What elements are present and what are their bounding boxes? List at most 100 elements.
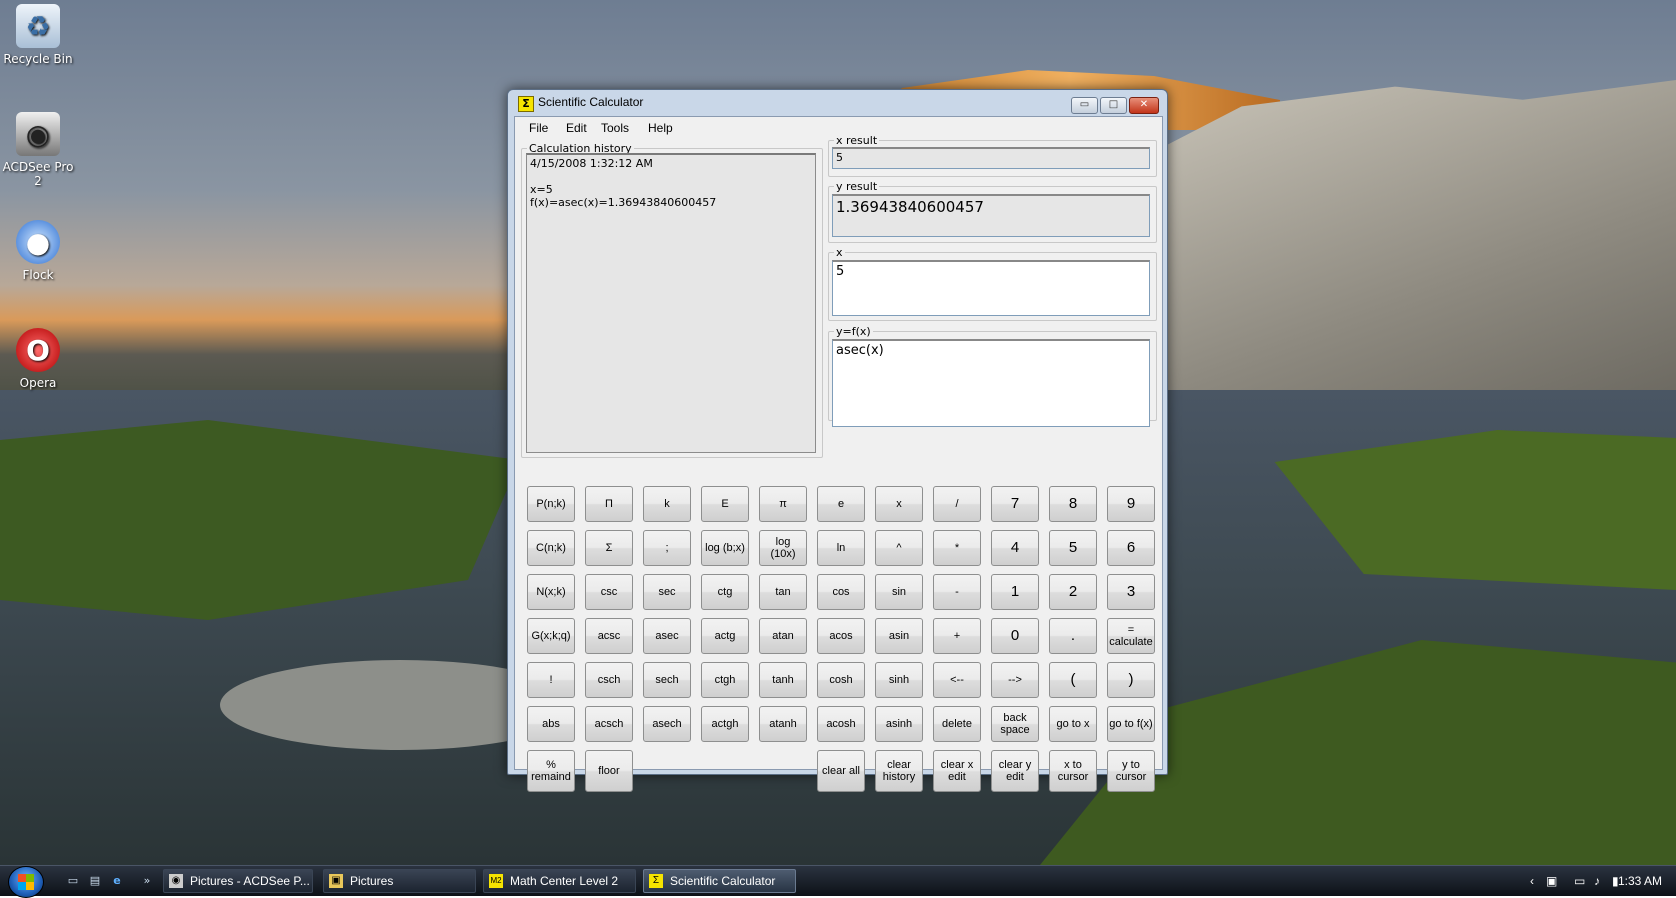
key-r2c9-2[interactable]: 2	[1049, 574, 1097, 610]
key-r2c8-1[interactable]: 1	[991, 574, 1039, 610]
key-r5c9-go-to-x[interactable]: go to x	[1049, 706, 1097, 742]
key-r4c3-ctgh[interactable]: ctgh	[701, 662, 749, 698]
y-result-field[interactable]: 1.36943840600457	[832, 194, 1150, 237]
task-scientific-calculator[interactable]: Σ Scientific Calculator	[643, 869, 796, 893]
menu-file[interactable]: File	[529, 121, 548, 135]
display-icon[interactable]: ▭	[1574, 874, 1585, 888]
quick-launch-more-icon[interactable]: »	[140, 875, 154, 887]
clock[interactable]: 1:33 AM	[1618, 874, 1662, 888]
key-r4c8-symbol[interactable]: -->	[991, 662, 1039, 698]
minimize-button[interactable]: ▭	[1071, 97, 1098, 114]
key-r3c8-0[interactable]: 0	[991, 618, 1039, 654]
key-r0c0-p-n-k[interactable]: P(n;k)	[527, 486, 575, 522]
key-clear-x-edit[interactable]: clear x edit	[933, 750, 981, 792]
key-r2c4-tan[interactable]: tan	[759, 574, 807, 610]
key-r4c2-sech[interactable]: sech	[643, 662, 691, 698]
key-r4c7-symbol[interactable]: <--	[933, 662, 981, 698]
key-r1c1-symbol[interactable]: Σ	[585, 530, 633, 566]
key-r3c5-acos[interactable]: acos	[817, 618, 865, 654]
task-acdsee[interactable]: ◉ Pictures - ACDSee P...	[163, 869, 313, 893]
key-r5c3-actgh[interactable]: actgh	[701, 706, 749, 742]
desktop-icon-opera[interactable]: O Opera	[0, 328, 76, 390]
key-r2c0-n-x-k[interactable]: N(x;k)	[527, 574, 575, 610]
key-r2c3-ctg[interactable]: ctg	[701, 574, 749, 610]
key-r5c6-asinh[interactable]: asinh	[875, 706, 923, 742]
menu-help[interactable]: Help	[648, 121, 673, 135]
tray-expand-icon[interactable]: ‹	[1530, 874, 1534, 888]
key-r3c9-symbol[interactable]: .	[1049, 618, 1097, 654]
key-r4c4-tanh[interactable]: tanh	[759, 662, 807, 698]
key-r4c6-sinh[interactable]: sinh	[875, 662, 923, 698]
key-r1c0-c-n-k[interactable]: C(n;k)	[527, 530, 575, 566]
close-button[interactable]: ✕	[1129, 97, 1159, 114]
task-pictures[interactable]: ▣ Pictures	[323, 869, 476, 893]
key-r5c5-acosh[interactable]: acosh	[817, 706, 865, 742]
key-r3c1-acsc[interactable]: acsc	[585, 618, 633, 654]
menu-tools[interactable]: Tools	[601, 121, 629, 135]
menu-edit[interactable]: Edit	[566, 121, 587, 135]
title-bar[interactable]: Σ Scientific Calculator ▭ □ ✕	[508, 90, 1167, 116]
key-floor[interactable]: floor	[585, 750, 633, 792]
key-r4c1-csch[interactable]: csch	[585, 662, 633, 698]
key-r2c5-cos[interactable]: cos	[817, 574, 865, 610]
key-r5c2-asech[interactable]: asech	[643, 706, 691, 742]
key-r3c7-symbol[interactable]: +	[933, 618, 981, 654]
key-r5c7-delete[interactable]: delete	[933, 706, 981, 742]
key-r0c6-x[interactable]: x	[875, 486, 923, 522]
key-r0c9-8[interactable]: 8	[1049, 486, 1097, 522]
key-r1c6-symbol[interactable]: ^	[875, 530, 923, 566]
key-r1c3-log-b-x[interactable]: log (b;x)	[701, 530, 749, 566]
volume-icon[interactable]: ♪	[1594, 874, 1600, 888]
key-clear-y-edit[interactable]: clear y edit	[991, 750, 1039, 792]
key-r4c5-cosh[interactable]: cosh	[817, 662, 865, 698]
key-r0c2-k[interactable]: k	[643, 486, 691, 522]
key-r2c2-sec[interactable]: sec	[643, 574, 691, 610]
key-y-to-cursor[interactable]: y to cursor	[1107, 750, 1155, 792]
key-r5c10-go-to-f-x[interactable]: go to f(x)	[1107, 706, 1155, 742]
key-r3c3-actg[interactable]: actg	[701, 618, 749, 654]
key-r1c5-ln[interactable]: ln	[817, 530, 865, 566]
key-r3c4-atan[interactable]: atan	[759, 618, 807, 654]
key-r0c5-e[interactable]: e	[817, 486, 865, 522]
key-r0c1-symbol[interactable]: Π	[585, 486, 633, 522]
desktop-icon-acdsee[interactable]: ◉ ACDSee Pro 2	[0, 112, 76, 188]
key-r4c10-symbol[interactable]: )	[1107, 662, 1155, 698]
x-input-field[interactable]: 5	[832, 260, 1150, 316]
key-r2c7-symbol[interactable]: -	[933, 574, 981, 610]
switch-windows-icon[interactable]: ▤	[88, 875, 102, 887]
key-r2c1-csc[interactable]: csc	[585, 574, 633, 610]
key-r1c4-log-10x[interactable]: log (10x)	[759, 530, 807, 566]
key-r1c10-6[interactable]: 6	[1107, 530, 1155, 566]
key-r3c2-asec[interactable]: asec	[643, 618, 691, 654]
key-r2c10-3[interactable]: 3	[1107, 574, 1155, 610]
key-r4c9-symbol[interactable]: (	[1049, 662, 1097, 698]
key-r1c8-4[interactable]: 4	[991, 530, 1039, 566]
desktop-icon-recycle-bin[interactable]: ♻ Recycle Bin	[0, 4, 76, 66]
maximize-button[interactable]: □	[1100, 97, 1127, 114]
key-r5c0-abs[interactable]: abs	[527, 706, 575, 742]
key-remaind[interactable]: % remaind	[527, 750, 575, 792]
key-r0c3-e[interactable]: E	[701, 486, 749, 522]
key-r5c8-back-space[interactable]: back space	[991, 706, 1039, 742]
key-r3c10-calculate[interactable]: = calculate	[1107, 618, 1155, 654]
key-r1c2-symbol[interactable]: ;	[643, 530, 691, 566]
key-r0c7-symbol[interactable]: /	[933, 486, 981, 522]
key-r3c6-asin[interactable]: asin	[875, 618, 923, 654]
key-r0c10-9[interactable]: 9	[1107, 486, 1155, 522]
key-r5c1-acsch[interactable]: acsch	[585, 706, 633, 742]
internet-explorer-icon[interactable]: e	[110, 875, 124, 887]
key-r2c6-sin[interactable]: sin	[875, 574, 923, 610]
key-x-to-cursor[interactable]: x to cursor	[1049, 750, 1097, 792]
start-button[interactable]	[8, 866, 44, 898]
key-clear-all[interactable]: clear all	[817, 750, 865, 792]
key-r5c4-atanh[interactable]: atanh	[759, 706, 807, 742]
key-r1c7-symbol[interactable]: *	[933, 530, 981, 566]
x-result-field[interactable]: 5	[832, 147, 1150, 169]
desktop-icon-flock[interactable]: ● Flock	[0, 220, 76, 282]
task-math-center[interactable]: M2 Math Center Level 2	[483, 869, 636, 893]
fx-input-field[interactable]: asec(x)	[832, 339, 1150, 427]
key-r4c0-symbol[interactable]: !	[527, 662, 575, 698]
key-r0c4-symbol[interactable]: π	[759, 486, 807, 522]
network-icon[interactable]: ▣	[1546, 874, 1557, 888]
key-r0c8-7[interactable]: 7	[991, 486, 1039, 522]
